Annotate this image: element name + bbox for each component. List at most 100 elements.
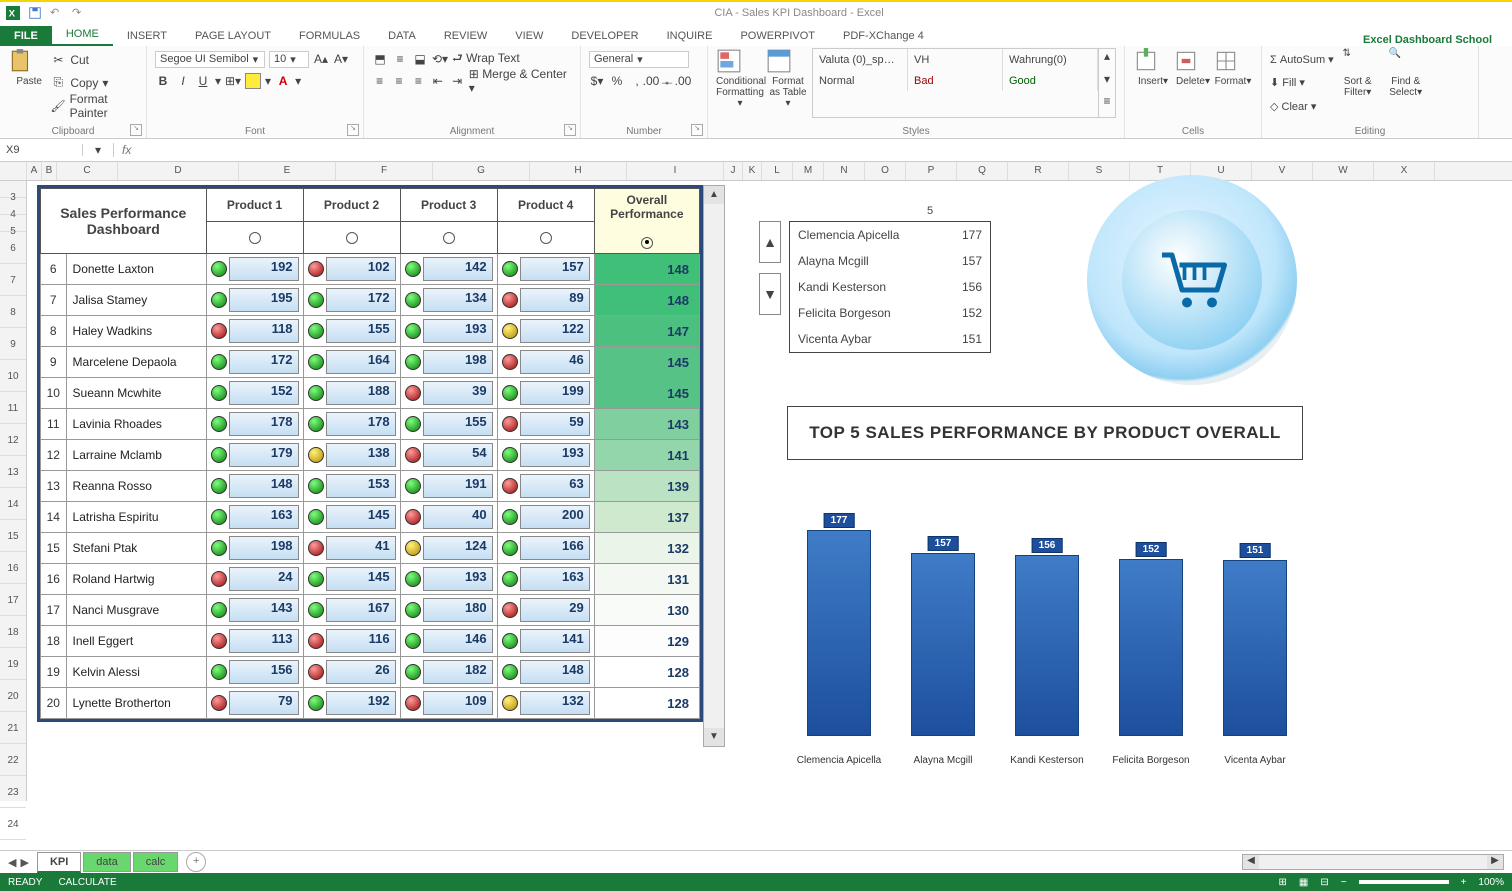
row-hdr-3[interactable]: 3 — [0, 181, 26, 198]
format-painter-button[interactable]: 🖌Format Painter — [50, 95, 138, 117]
find-select-button[interactable]: 🔍Find & Select▾ — [1382, 48, 1430, 118]
tab-view[interactable]: VIEW — [501, 26, 557, 46]
radio-product3[interactable] — [443, 232, 455, 244]
row-hdr-11[interactable]: 11 — [0, 392, 26, 424]
row-hdr-9[interactable]: 9 — [0, 328, 26, 360]
zoom-in-icon[interactable]: + — [1461, 877, 1467, 888]
dashboard-scrollbar[interactable]: ▲ ▼ — [703, 185, 725, 747]
col-hdr-H[interactable]: H — [530, 162, 627, 180]
row-hdr-10[interactable]: 10 — [0, 360, 26, 392]
tab-developer[interactable]: DEVELOPER — [557, 26, 652, 46]
name-box[interactable]: X9 — [0, 144, 83, 156]
grow-font-icon[interactable]: A▴ — [313, 51, 329, 67]
align-bot-icon[interactable]: ⬓ — [412, 51, 428, 67]
italic-button[interactable]: I — [175, 73, 191, 89]
col-hdr-W[interactable]: W — [1313, 162, 1374, 180]
number-format-select[interactable]: General ▾ — [589, 51, 689, 68]
select-all-button[interactable] — [0, 162, 27, 180]
tab-page-layout[interactable]: PAGE LAYOUT — [181, 26, 285, 46]
underline-button[interactable]: U — [195, 73, 211, 89]
row-hdr-13[interactable]: 13 — [0, 456, 26, 488]
fill-color-button[interactable] — [245, 73, 261, 89]
zoom-slider[interactable] — [1359, 880, 1449, 884]
tab-data[interactable]: DATA — [374, 26, 430, 46]
font-launcher[interactable]: ↘ — [347, 124, 359, 136]
col-hdr-C[interactable]: C — [57, 162, 118, 180]
style-wahrung[interactable]: Wahrung(0) — [1003, 49, 1098, 70]
tab-formulas[interactable]: FORMULAS — [285, 26, 374, 46]
sheet-tab-data[interactable]: data — [83, 852, 130, 872]
orientation-icon[interactable]: ⟲▾ — [432, 51, 448, 67]
col-hdr-F[interactable]: F — [336, 162, 433, 180]
style-vh[interactable]: VH — [908, 49, 1003, 70]
tab-inquire[interactable]: INQUIRE — [653, 26, 727, 46]
file-tab[interactable]: FILE — [0, 26, 52, 46]
style-good[interactable]: Good — [1003, 70, 1098, 91]
col-hdr-K[interactable]: K — [743, 162, 762, 180]
currency-icon[interactable]: $▾ — [589, 73, 605, 89]
tab-insert[interactable]: INSERT — [113, 26, 181, 46]
align-top-icon[interactable]: ⬒ — [372, 51, 388, 67]
font-size-select[interactable]: 10 ▾ — [269, 51, 309, 68]
col-hdr-I[interactable]: I — [627, 162, 724, 180]
inc-indent-icon[interactable]: ⇥ — [449, 73, 464, 89]
tab-pdf[interactable]: PDF-XChange 4 — [829, 26, 938, 46]
shrink-font-icon[interactable]: A▾ — [333, 51, 349, 67]
row-hdr-8[interactable]: 8 — [0, 296, 26, 328]
font-name-select[interactable]: Segoe UI Semibol ▾ — [155, 51, 265, 68]
col-hdr-V[interactable]: V — [1252, 162, 1313, 180]
radio-product1[interactable] — [249, 232, 261, 244]
cell-styles-gallery[interactable]: Valuta (0)_sp… Normal VH Bad Wahrung(0) … — [812, 48, 1116, 118]
view-break-icon[interactable]: ⊟ — [1320, 877, 1328, 888]
row-hdr-12[interactable]: 12 — [0, 424, 26, 456]
col-hdr-X[interactable]: X — [1374, 162, 1435, 180]
col-hdr-Q[interactable]: Q — [957, 162, 1008, 180]
number-launcher[interactable]: ↘ — [691, 124, 703, 136]
col-hdr-A[interactable]: A — [27, 162, 42, 180]
row-hdr-16[interactable]: 16 — [0, 552, 26, 584]
format-table-button[interactable]: Format as Table ▾ — [766, 48, 810, 118]
dec-decimal-icon[interactable]: ←.00 — [669, 73, 685, 89]
tab-powerpivot[interactable]: POWERPIVOT — [726, 26, 829, 46]
redo-icon[interactable]: ↷ — [72, 6, 86, 20]
col-hdr-G[interactable]: G — [433, 162, 530, 180]
cut-button[interactable]: ✂Cut — [50, 49, 138, 71]
align-left-icon[interactable]: ≡ — [372, 73, 387, 89]
delete-cells-button[interactable]: Delete▾ — [1173, 48, 1213, 118]
zoom-out-icon[interactable]: − — [1341, 877, 1347, 888]
sort-filter-button[interactable]: ⇅Sort & Filter▾ — [1334, 48, 1382, 118]
row-hdr-6[interactable]: 6 — [0, 232, 26, 264]
gallery-down-icon[interactable]: ▾ — [1099, 72, 1115, 95]
tab-review[interactable]: REVIEW — [430, 26, 501, 46]
zoom-level[interactable]: 100% — [1478, 877, 1504, 888]
horizontal-scrollbar[interactable]: ◀▶ — [1242, 854, 1504, 870]
fill-button[interactable]: ⬇ Fill ▾ — [1270, 76, 1334, 89]
row-hdr-22[interactable]: 22 — [0, 744, 26, 776]
col-hdr-R[interactable]: R — [1008, 162, 1069, 180]
clear-button[interactable]: ◇ Clear ▾ — [1270, 100, 1334, 113]
tab-nav-next-icon[interactable]: ▶ — [20, 856, 28, 869]
row-hdr-15[interactable]: 15 — [0, 520, 26, 552]
view-page-icon[interactable]: ▦ — [1299, 877, 1308, 888]
scroll-down-icon[interactable]: ▼ — [704, 728, 724, 746]
row-hdr-7[interactable]: 7 — [0, 264, 26, 296]
namebox-dropdown-icon[interactable]: ▾ — [83, 143, 114, 157]
gallery-more-icon[interactable]: ≡ — [1099, 94, 1115, 117]
align-right-icon[interactable]: ≡ — [411, 73, 426, 89]
fx-icon[interactable]: fx — [114, 143, 139, 157]
new-sheet-button[interactable]: + — [186, 852, 206, 872]
row-hdr-5[interactable]: 5 — [0, 215, 26, 232]
col-hdr-J[interactable]: J — [724, 162, 743, 180]
scroll-up-icon[interactable]: ▲ — [704, 186, 724, 204]
format-cells-button[interactable]: Format▾ — [1213, 48, 1253, 118]
col-hdr-M[interactable]: M — [793, 162, 824, 180]
col-hdr-S[interactable]: S — [1069, 162, 1130, 180]
col-hdr-E[interactable]: E — [239, 162, 336, 180]
cond-format-button[interactable]: Conditional Formatting ▾ — [716, 48, 764, 118]
row-hdr-21[interactable]: 21 — [0, 712, 26, 744]
row-hdr-19[interactable]: 19 — [0, 648, 26, 680]
radio-overall[interactable] — [641, 237, 653, 249]
font-color-button[interactable]: A — [275, 73, 291, 89]
style-valuta[interactable]: Valuta (0)_sp… — [813, 49, 908, 70]
worksheet-area[interactable]: Sales Performance Dashboard Product 1 Pr… — [27, 181, 1512, 801]
